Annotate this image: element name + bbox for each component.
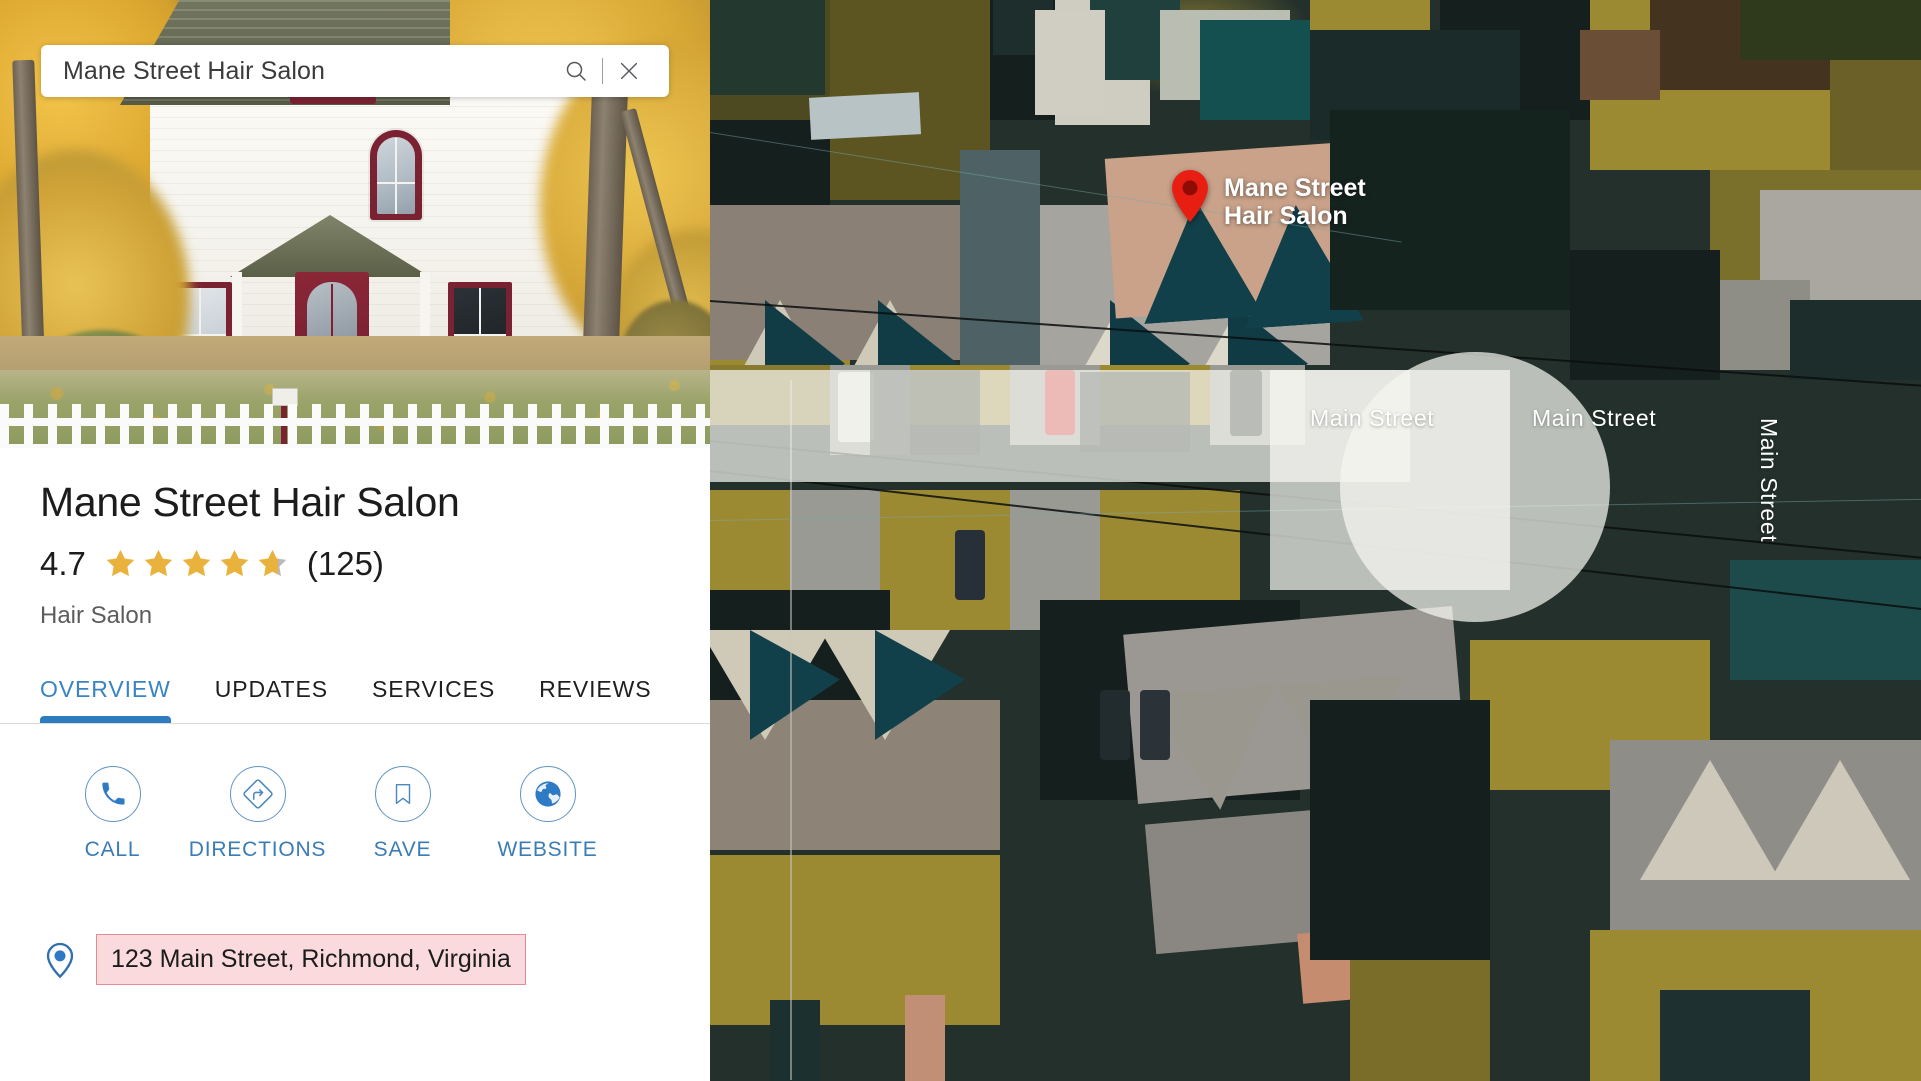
fence-rail [0, 444, 710, 448]
roof [710, 0, 825, 95]
fence-pickets [0, 404, 710, 448]
grass-patch [880, 490, 1010, 630]
rating-row: 4.7 (125) [40, 547, 670, 580]
star-icon [180, 547, 213, 580]
roof [1035, 10, 1105, 115]
directions-icon [229, 766, 286, 823]
roof [808, 92, 922, 140]
roof [770, 1000, 820, 1081]
search-icon[interactable] [556, 51, 596, 91]
arched-window [370, 130, 422, 220]
globe-icon [519, 766, 576, 823]
parked-car [1140, 690, 1170, 760]
map-pin-icon[interactable] [1170, 170, 1210, 222]
star-icon [104, 547, 137, 580]
grass-patch [1350, 960, 1490, 1081]
search-bar-icons [556, 51, 669, 91]
action-label: DIRECTIONS [188, 838, 327, 862]
address-text[interactable]: 123 Main Street, Richmond, Virginia [96, 934, 526, 986]
action-call-button[interactable]: CALL [40, 766, 185, 862]
app-root: Mane Street Hair Salon Mane Street Hair … [0, 0, 1921, 1081]
location-pin-icon [40, 940, 80, 980]
address-row[interactable]: 123 Main Street, Richmond, Virginia [0, 862, 710, 986]
grass-patch [710, 365, 830, 425]
map-view[interactable]: Main Street Main Street Main Street Mane S… [710, 0, 1921, 1081]
action-label: WEBSITE [497, 838, 598, 862]
action-save-button[interactable]: SAVE [330, 766, 475, 862]
map-pin-label: Mane Street Hair Salon [1224, 174, 1366, 230]
tab-reviews[interactable]: REVIEWS [517, 670, 673, 723]
business-info: Mane Street Hair Salon 4.7 (125) Hair Sa… [0, 448, 710, 630]
shadow [1570, 250, 1720, 380]
detail-tabs: OVERVIEW UPDATES SERVICES REVIEWS [0, 670, 710, 725]
action-label: CALL [84, 838, 141, 862]
business-hero-photo: Mane Street Hair Salon [0, 0, 710, 448]
action-label: SAVE [373, 838, 432, 862]
search-bar[interactable]: Mane Street Hair Salon [41, 45, 669, 97]
map-pin-marker[interactable]: Mane Street Hair Salon [1170, 170, 1366, 230]
star-icon [218, 547, 251, 580]
roof [1660, 990, 1810, 1081]
street-label: Main Street [1756, 418, 1782, 543]
action-directions-button[interactable]: DIRECTIONS [185, 766, 330, 862]
bookmark-icon [374, 766, 431, 823]
business-category: Hair Salon [40, 602, 153, 630]
street-label: Main Street [1532, 405, 1657, 431]
street-label: Main Street [1310, 405, 1435, 431]
leaf-ground [0, 336, 710, 370]
roof [1200, 20, 1310, 120]
shadow [1310, 700, 1490, 960]
close-icon[interactable] [609, 51, 649, 91]
review-count: (125) [306, 545, 384, 583]
phone-icon [84, 766, 141, 823]
search-divider [602, 58, 603, 84]
shadow [870, 370, 980, 455]
aerial-satellite-imagery [710, 0, 1921, 1081]
action-website-button[interactable]: WEBSITE [475, 766, 620, 862]
shadow [1080, 372, 1190, 452]
tab-updates[interactable]: UPDATES [193, 670, 350, 723]
parked-car [838, 372, 874, 442]
roof [1580, 30, 1660, 100]
shadow [1330, 110, 1570, 310]
business-detail-panel: Mane Street Hair Salon Mane Street Hair … [0, 0, 710, 1081]
parked-car [1045, 370, 1075, 435]
grass-patch [710, 855, 1000, 1025]
tab-services[interactable]: SERVICES [350, 670, 517, 723]
utility-pole [790, 380, 792, 1080]
roof [905, 995, 945, 1081]
door-mullion [331, 284, 333, 338]
star-rating [104, 547, 289, 580]
picket-fence [0, 404, 710, 448]
tree-canopy [1740, 0, 1921, 60]
rating-value: 4.7 [40, 545, 86, 583]
parked-car [1100, 690, 1130, 760]
roof [1790, 300, 1921, 380]
tab-overview[interactable]: OVERVIEW [40, 670, 193, 724]
parked-car [955, 530, 985, 600]
star-icon [142, 547, 175, 580]
business-name: Mane Street Hair Salon [40, 479, 460, 525]
star-icon [256, 547, 289, 580]
fence-rail [0, 418, 710, 426]
parked-car [1230, 370, 1262, 436]
window-mullion [377, 182, 415, 184]
action-button-row: CALL DIRECTIONS SAVE WEBSITE [0, 724, 710, 862]
search-input[interactable]: Mane Street Hair Salon [41, 57, 556, 86]
roof [1730, 560, 1921, 680]
window-mullion [395, 138, 397, 214]
